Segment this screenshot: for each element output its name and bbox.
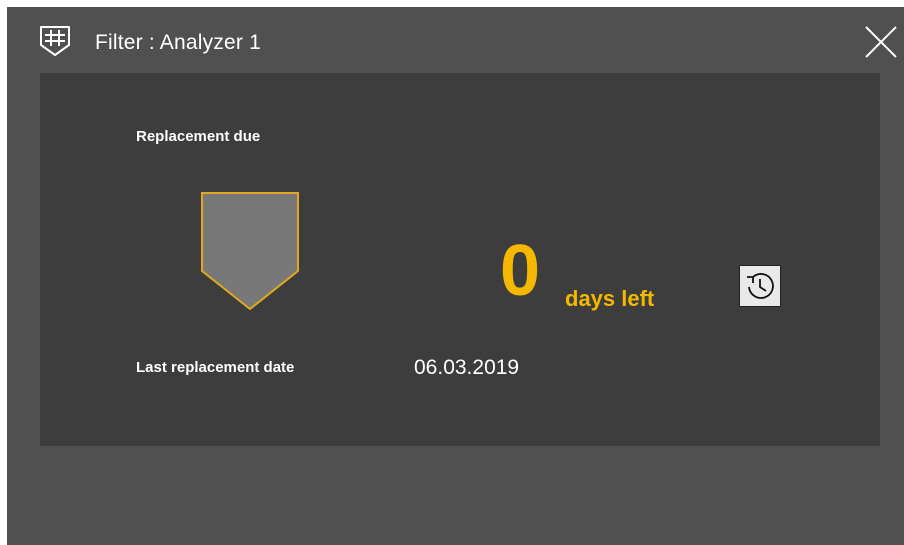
filter-dialog: Filter : Analyzer 1 Replacement due 0 da… [7,7,904,545]
days-left-label: days left [565,286,655,311]
last-replacement-label: Last replacement date [136,359,295,376]
last-replacement-date: 06.03.2019 [414,356,520,379]
close-icon[interactable] [864,25,898,59]
title-bar: Filter : Analyzer 1 [7,7,904,73]
replacement-due-label: Replacement due [136,128,261,145]
history-icon [747,273,774,299]
dialog-title: Filter : Analyzer 1 [95,31,262,54]
filter-level-indicator [200,191,302,313]
filter-shield-icon [38,24,72,58]
days-left-value: 0 [500,231,541,311]
filter-status-panel: Replacement due 0 days left Last replace… [40,73,880,446]
history-button[interactable] [739,265,781,307]
